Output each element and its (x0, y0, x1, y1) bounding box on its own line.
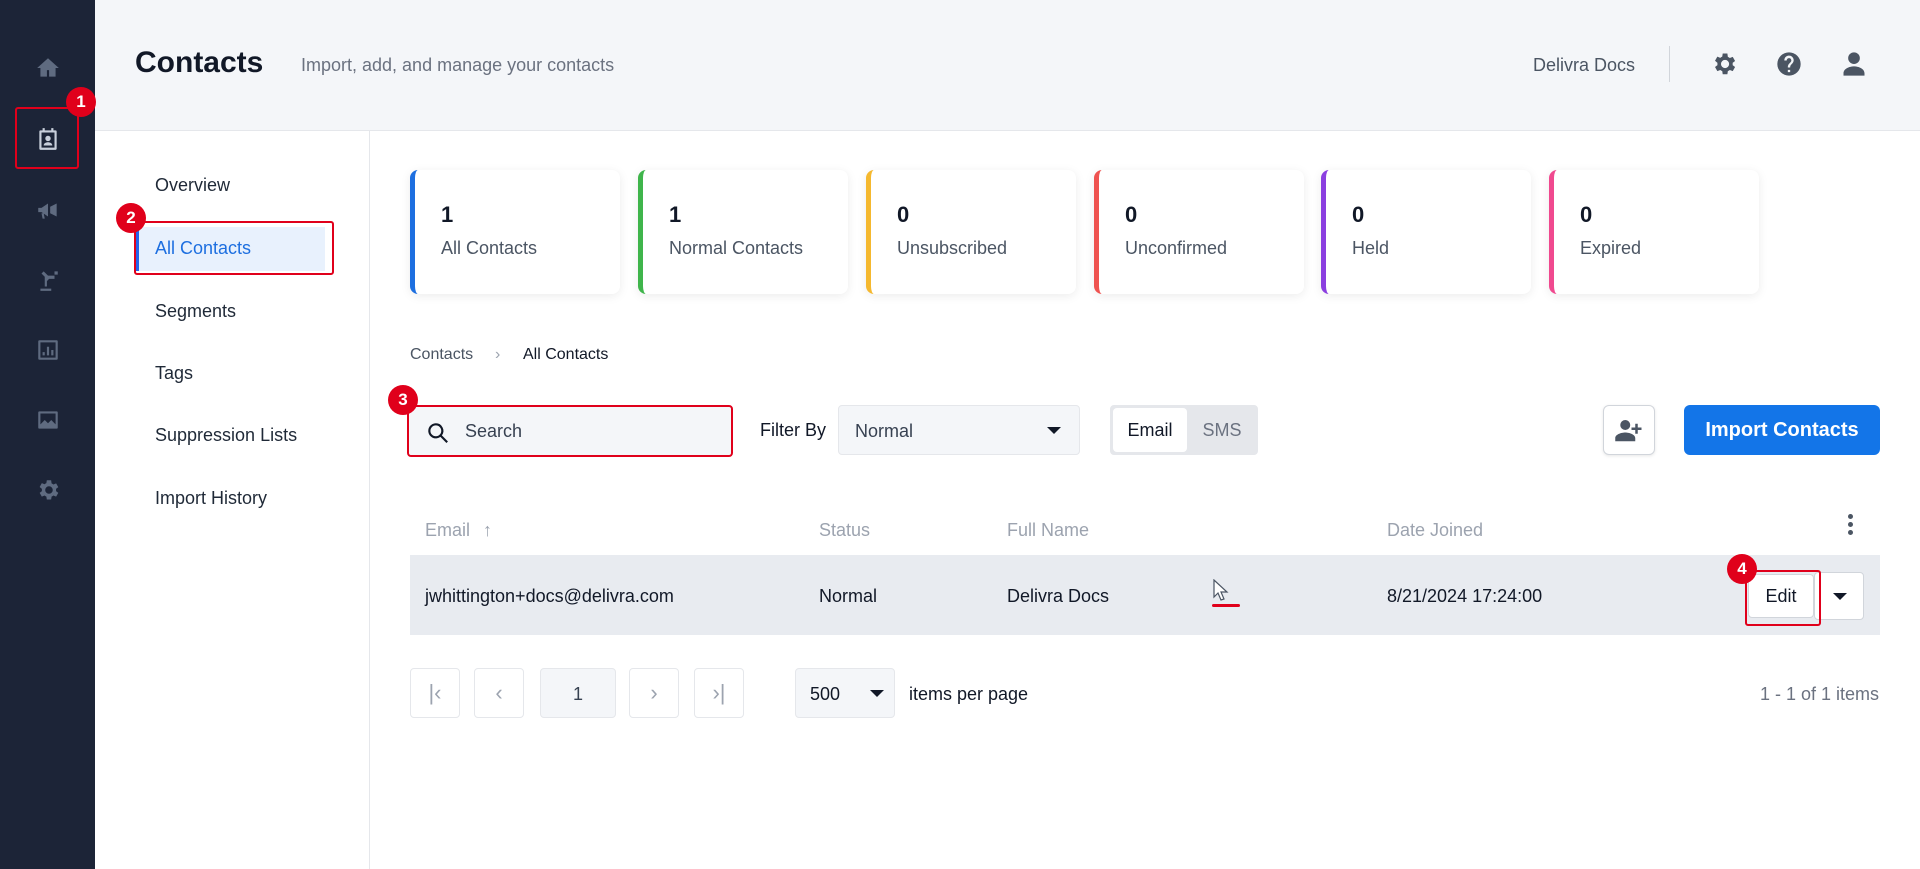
stat-value: 0 (897, 202, 910, 227)
filter-label: Filter By (760, 420, 827, 440)
images-icon[interactable] (29, 401, 67, 439)
stat-label: Expired (1580, 238, 1642, 258)
column-menu-icon[interactable] (1845, 514, 1855, 538)
page-header: Contacts Import, add, and manage your co… (95, 0, 1920, 131)
stat-value: 0 (1580, 202, 1593, 227)
step-badge: 2 (116, 203, 146, 233)
subnav-item-import-history[interactable]: Import History (155, 488, 267, 509)
row-actions-dropdown[interactable] (1814, 572, 1864, 620)
items-count: 1 - 1 of 1 items (1759, 684, 1879, 704)
column-header-email[interactable]: Email ↑ (425, 520, 492, 541)
help-icon[interactable] (1773, 48, 1805, 80)
highlight-box (15, 107, 79, 169)
subnav-item-tags[interactable]: Tags (155, 363, 193, 384)
subnav-item-suppression-lists[interactable]: Suppression Lists (155, 425, 297, 446)
stat-card-normal-contacts[interactable]: 1 Normal Contacts (638, 170, 848, 294)
column-header-date-joined[interactable]: Date Joined (1387, 520, 1483, 541)
automation-icon[interactable] (29, 261, 67, 299)
account-name[interactable]: Delivra Docs (1533, 55, 1635, 76)
breadcrumb-separator: › (495, 346, 501, 363)
cell-status: Normal (819, 586, 878, 606)
filter-select-value: Normal (855, 421, 914, 441)
breadcrumb-current: All Contacts (523, 346, 609, 363)
chevron-down-icon (1833, 593, 1847, 600)
column-header-label: Email (425, 520, 471, 540)
stat-value: 0 (1125, 202, 1138, 227)
prev-page-button[interactable]: ‹ (474, 668, 524, 718)
stat-label: Normal Contacts (669, 238, 804, 258)
page-size-label: items per page (909, 684, 1029, 704)
page-subtitle: Import, add, and manage your contacts (301, 55, 615, 75)
cell-date-joined: 8/21/2024 17:24:00 (1387, 586, 1543, 606)
gear-icon[interactable] (1708, 48, 1740, 80)
home-icon[interactable] (29, 49, 67, 87)
step-badge: 1 (66, 87, 96, 117)
step-badge: 3 (388, 385, 418, 415)
stat-card-unsubscribed[interactable]: 0 Unsubscribed (866, 170, 1076, 294)
stat-value: 1 (669, 202, 682, 227)
stat-card-all-contacts[interactable]: 1 All Contacts (410, 170, 620, 294)
search-icon (425, 420, 451, 446)
subnav-item-segments[interactable]: Segments (155, 301, 236, 322)
column-header-full-name[interactable]: Full Name (1007, 520, 1089, 541)
chevron-down-icon (870, 690, 884, 697)
channel-toggle: Email SMS (1110, 405, 1258, 455)
stat-value: 0 (1352, 202, 1365, 227)
stat-card-expired[interactable]: 0 Expired (1549, 170, 1759, 294)
page-title: Contacts (135, 46, 264, 79)
mouse-cursor-icon (1213, 579, 1229, 601)
sort-ascending-icon: ↑ (483, 520, 493, 540)
stat-value: 1 (441, 202, 454, 227)
megaphone-icon[interactable] (29, 191, 67, 229)
column-header-status[interactable]: Status (819, 520, 870, 541)
last-page-button[interactable]: ›| (694, 668, 744, 718)
search-input[interactable] (465, 417, 715, 445)
cell-full-name: Delivra Docs (1007, 586, 1110, 606)
chevron-down-icon (1047, 427, 1061, 434)
highlight-box (134, 221, 334, 275)
stat-card-unconfirmed[interactable]: 0 Unconfirmed (1094, 170, 1304, 294)
stat-label: All Contacts (441, 238, 538, 258)
step-badge: 4 (1727, 554, 1757, 584)
page-size-select[interactable]: 500 (795, 668, 895, 718)
stat-label: Held (1352, 238, 1390, 258)
reports-icon[interactable] (29, 331, 67, 369)
stat-card-held[interactable]: 0 Held (1321, 170, 1531, 294)
page-size-value: 500 (810, 684, 841, 704)
subnav-item-overview[interactable]: Overview (155, 175, 230, 196)
cell-email: jwhittington+docs@delivra.com (425, 586, 674, 606)
next-page-button[interactable]: › (629, 668, 679, 718)
settings-icon[interactable] (29, 471, 67, 509)
stat-label: Unsubscribed (897, 238, 1008, 258)
filter-select[interactable]: Normal (838, 405, 1080, 455)
first-page-button[interactable]: |‹ (410, 668, 460, 718)
user-icon[interactable] (1838, 48, 1870, 80)
highlight-box (1745, 570, 1821, 626)
underline-mark (1212, 604, 1240, 607)
search-field[interactable] (407, 405, 733, 457)
toggle-email[interactable]: Email (1113, 408, 1187, 452)
header-divider (1669, 46, 1670, 82)
toggle-sms[interactable]: SMS (1189, 408, 1255, 452)
current-page[interactable]: 1 (540, 668, 616, 718)
breadcrumb-link-contacts[interactable]: Contacts (410, 346, 473, 364)
stat-label: Unconfirmed (1125, 238, 1228, 258)
add-contact-button[interactable] (1603, 405, 1655, 455)
import-contacts-button[interactable]: Import Contacts (1684, 405, 1880, 455)
add-user-icon (1615, 420, 1642, 442)
